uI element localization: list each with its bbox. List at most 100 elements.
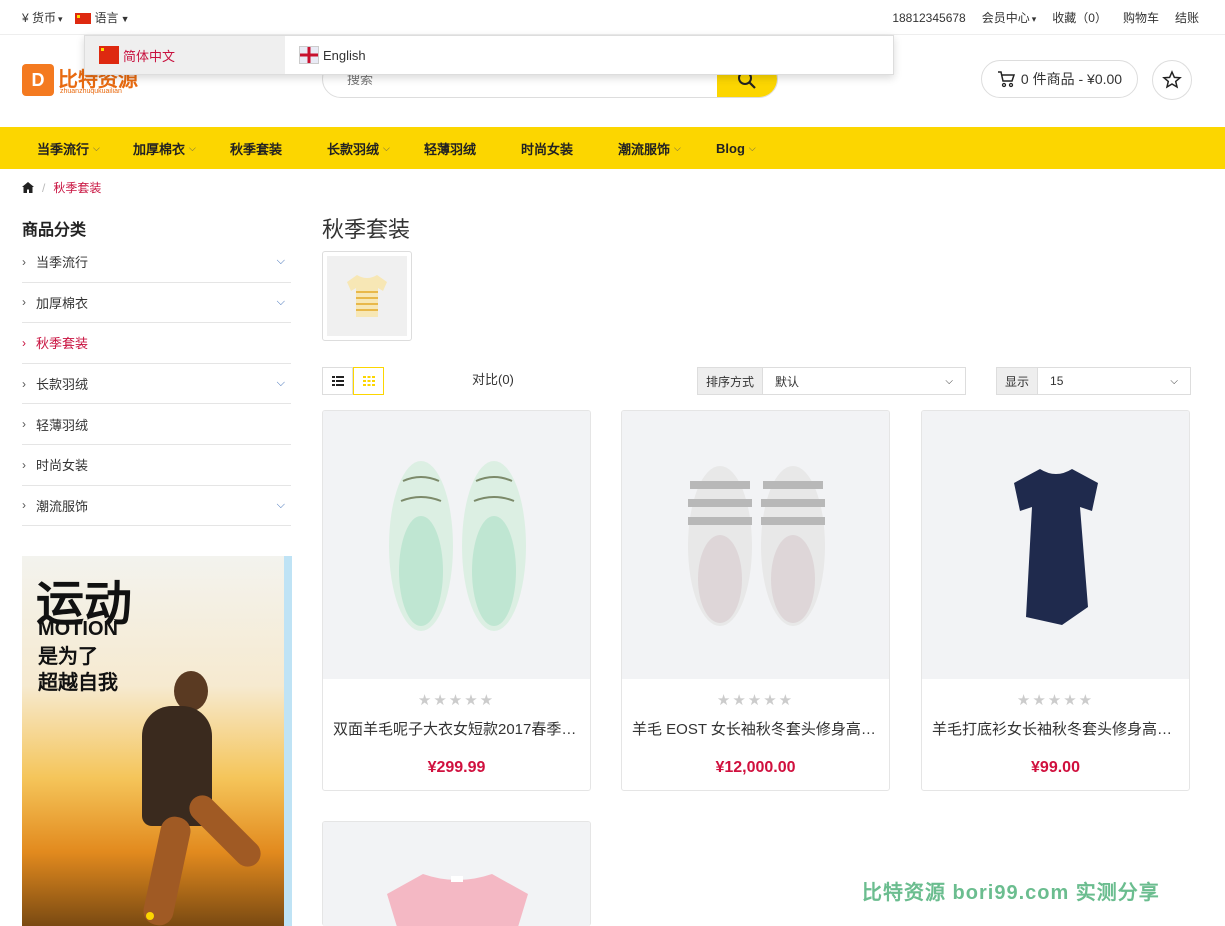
banner-subtitle: MOTION <box>38 618 118 640</box>
sidebar-banner[interactable]: 运动 MOTION 是为了 超越自我 <box>22 556 292 926</box>
china-flag-icon <box>74 13 91 25</box>
sidebar-item-trend[interactable]: › 潮流服饰 ⌵ <box>22 486 291 527</box>
member-center-link[interactable]: 会员中心 ▾ <box>982 9 1037 26</box>
sidebar-item-light-down[interactable]: › 轻薄羽绒 <box>22 404 291 445</box>
cart-link[interactable]: 购物车 <box>1123 9 1159 26</box>
favorites-link[interactable]: 收藏（0） <box>1052 9 1107 26</box>
sidebar-item-season[interactable]: › 当季流行 ⌵ <box>22 242 291 283</box>
nav-item-women[interactable]: 时尚女装 <box>521 139 573 158</box>
chevron-down-icon: ⌵ <box>383 142 390 153</box>
chevron-right-icon: › <box>22 254 26 269</box>
nav-item-blog[interactable]: Blog ⌵ <box>716 141 756 156</box>
product-image[interactable] <box>922 411 1189 679</box>
cart-button[interactable]: 0 件商品 - ¥0.00 <box>981 60 1138 98</box>
nav-item-long-down[interactable]: 长款羽绒 ⌵ <box>327 139 390 158</box>
nav-item-light-down[interactable]: 轻薄羽绒 <box>424 139 476 158</box>
nav-item-padded[interactable]: 加厚棉衣 ⌵ <box>133 139 196 158</box>
product-card[interactable]: ★★★★★ 羊毛打底衫女长袖秋冬套头修身高领毛衣 ¥99.00 <box>921 410 1190 791</box>
slippers-stripe-image <box>688 466 825 626</box>
chevron-down-icon: ⌵ <box>748 142 756 153</box>
nav-item-autumn[interactable]: 秋季套装 <box>230 139 282 158</box>
chevron-down-icon: ⌵ <box>945 375 953 387</box>
chevron-right-icon: › <box>22 417 26 432</box>
product-card[interactable] <box>322 821 591 926</box>
chevron-right-icon: › <box>22 457 26 472</box>
runner-illustration <box>174 671 208 711</box>
uk-flag-icon <box>299 46 319 64</box>
checkout-link[interactable]: 结账 <box>1175 9 1199 26</box>
wishlist-button[interactable] <box>1152 60 1192 100</box>
product-price: ¥12,000.00 <box>715 759 796 776</box>
language-label: 语言 <box>94 11 119 25</box>
chevron-down-icon[interactable]: ⌵ <box>277 377 285 390</box>
product-name[interactable]: 羊毛打底衫女长袖秋冬套头修身高领毛衣 <box>932 718 1181 739</box>
chevron-down-icon: ▾ <box>1031 14 1037 24</box>
star-icon <box>1162 70 1182 89</box>
sidebar-item-label: 潮流服饰 <box>36 498 89 514</box>
product-name[interactable]: 双面羊毛呢子大衣女短款2017春季新款 <box>333 718 582 739</box>
sidebar-item-label: 秋季套装 <box>36 336 89 352</box>
nav-label: 潮流服饰 <box>618 141 671 157</box>
china-flag-icon <box>99 46 119 64</box>
phone-link[interactable]: 18812345678 <box>892 11 965 25</box>
show-label: 显示 <box>997 368 1039 394</box>
nav-label: 时尚女装 <box>521 141 574 157</box>
nav-item-season[interactable]: 当季流行 ⌵ <box>37 139 100 158</box>
member-label: 会员中心 <box>981 11 1030 25</box>
language-option-zh[interactable]: 简体中文 <box>85 36 285 74</box>
product-image[interactable] <box>323 411 590 679</box>
product-name[interactable]: 羊毛 EOST 女长袖秋冬套头修身高领毛衣 <box>632 718 881 739</box>
product-image[interactable] <box>622 411 889 679</box>
rating-stars: ★★★★★ <box>716 692 795 709</box>
slippers-pattern-image <box>389 461 526 631</box>
tshirt-pink-image <box>387 874 528 926</box>
chevron-down-icon: ⌵ <box>1170 375 1178 387</box>
language-selector[interactable]: 语言 ▼ <box>74 9 130 26</box>
carousel-dot[interactable] <box>146 912 154 920</box>
product-price: ¥299.99 <box>427 759 486 776</box>
tshirt-stripe-image <box>347 275 387 317</box>
nav-label: Blog <box>716 140 745 156</box>
cart-icon <box>997 71 1015 88</box>
language-option-label: English <box>323 47 366 63</box>
product-image[interactable] <box>323 822 590 926</box>
chevron-down-icon[interactable]: ⌵ <box>277 296 285 309</box>
sort-select[interactable]: 排序方式 默认 ⌵ <box>697 367 966 395</box>
chevron-right-icon: › <box>22 376 26 391</box>
compare-link[interactable]: 对比(0) <box>472 369 514 388</box>
language-option-en[interactable]: English <box>285 36 366 74</box>
chevron-down-icon[interactable]: ⌵ <box>277 499 285 512</box>
sort-label: 排序方式 <box>698 368 764 394</box>
category-thumbnail[interactable] <box>322 251 412 341</box>
chevron-down-icon[interactable]: ⌵ <box>277 255 285 268</box>
language-option-label: 简体中文 <box>123 48 176 64</box>
watermark-text: 比特资源 bori99.com 实测分享 <box>862 882 1160 904</box>
sidebar-item-autumn[interactable]: › 秋季套装 <box>22 323 291 364</box>
nav-label: 当季流行 <box>37 141 90 157</box>
sidebar-item-women[interactable]: › 时尚女装 <box>22 445 291 486</box>
main-nav: 当季流行 ⌵ 加厚棉衣 ⌵ 秋季套装 长款羽绒 ⌵ 轻薄羽绒 时尚女装 潮流服饰 ⌵ B… <box>0 127 1225 169</box>
sidebar-item-long-down[interactable]: › 长款羽绒 ⌵ <box>22 364 291 405</box>
nav-item-trend[interactable]: 潮流服饰 ⌵ <box>618 139 681 158</box>
chevron-down-icon: ⌵ <box>189 142 196 153</box>
currency-selector[interactable]: ¥ 货币 ▾ <box>22 9 63 26</box>
sort-value: 默认 <box>775 374 800 389</box>
nav-label: 秋季套装 <box>230 141 283 157</box>
sidebar-item-padded[interactable]: › 加厚棉衣 ⌵ <box>22 283 291 324</box>
show-select[interactable]: 显示 15 ⌵ <box>996 367 1191 395</box>
chevron-right-icon: › <box>22 498 26 513</box>
breadcrumb-current[interactable]: 秋季套装 <box>53 179 101 196</box>
logo-mark: D <box>22 64 54 96</box>
list-view-button[interactable] <box>322 367 353 395</box>
product-card[interactable]: ★★★★★ 羊毛 EOST 女长袖秋冬套头修身高领毛衣 ¥12,000.00 <box>621 410 890 791</box>
list-icon <box>331 376 344 386</box>
caret-down-icon: ▼ <box>120 14 130 24</box>
product-card[interactable]: ★★★★★ 双面羊毛呢子大衣女短款2017春季新款 ¥299.99 <box>322 410 591 791</box>
sidebar-item-label: 当季流行 <box>36 255 89 271</box>
grid-view-button[interactable] <box>353 367 384 395</box>
home-icon[interactable] <box>22 182 34 193</box>
chevron-down-icon: ▾ <box>58 14 63 24</box>
top-bar: ¥ 货币 ▾ 语言 ▼ 18812345678 会员中心 ▾ 收藏（0） 购物车 结账 <box>0 0 1225 35</box>
cart-summary: 0 件商品 - ¥0.00 <box>1020 71 1123 87</box>
banner-edge <box>284 556 292 926</box>
